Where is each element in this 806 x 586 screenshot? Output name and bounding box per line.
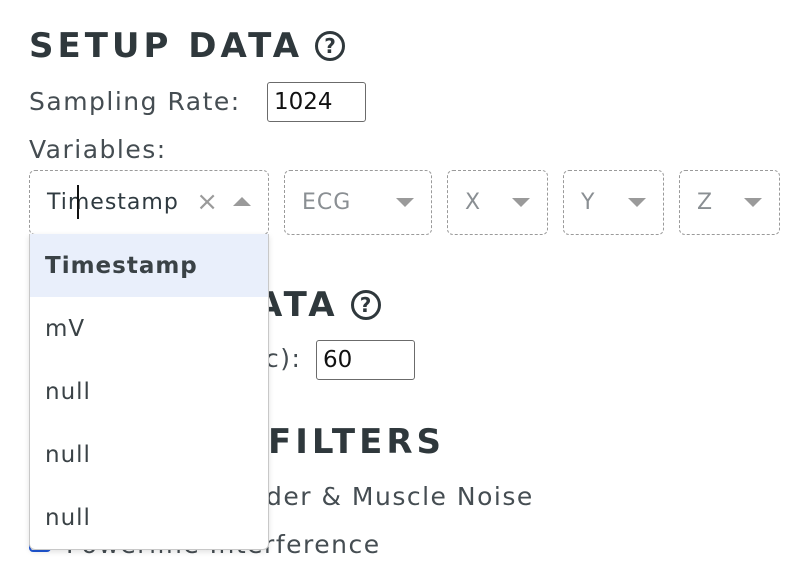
help-icon[interactable]: ? xyxy=(350,290,381,320)
chevron-down-icon[interactable] xyxy=(512,198,530,207)
sampling-rate-label: Sampling Rate: xyxy=(29,87,241,116)
filter-muscle-noise-label: der & Muscle Noise xyxy=(266,482,534,511)
variable-select-2-value: ECG xyxy=(302,190,352,215)
section2-input[interactable] xyxy=(316,340,415,380)
filters-heading: FILTERS xyxy=(268,422,445,462)
variable-select-4[interactable]: Y xyxy=(563,170,664,235)
variable-select-4-value: Y xyxy=(581,190,596,215)
variable-select-3[interactable]: X xyxy=(447,170,548,235)
variable-dropdown-menu: Timestamp mV null null null xyxy=(29,234,269,550)
filters-title: FILTERS xyxy=(268,422,445,462)
chevron-down-icon[interactable] xyxy=(744,198,762,207)
dropdown-option[interactable]: mV xyxy=(30,297,268,360)
chevron-up-icon[interactable] xyxy=(233,197,251,206)
section2-label: c): xyxy=(265,344,302,373)
variable-select-5[interactable]: Z xyxy=(679,170,780,235)
variables-label: Variables: xyxy=(29,135,167,164)
variable-select-1-value: Timestamp xyxy=(47,190,179,215)
variable-select-1[interactable]: Timestamp × xyxy=(29,170,269,235)
dropdown-option[interactable]: null xyxy=(30,486,268,549)
variable-select-3-value: X xyxy=(465,190,482,215)
dropdown-option[interactable]: null xyxy=(30,360,268,423)
variable-select-2[interactable]: ECG xyxy=(284,170,432,235)
setup-data-title: SETUP DATA xyxy=(29,26,304,66)
chevron-down-icon[interactable] xyxy=(396,198,414,207)
sampling-rate-input[interactable] xyxy=(267,82,366,122)
chevron-down-icon[interactable] xyxy=(628,198,646,207)
dropdown-option[interactable]: Timestamp xyxy=(30,234,268,297)
text-cursor xyxy=(77,185,79,219)
clear-icon[interactable]: × xyxy=(196,188,218,216)
variable-select-5-value: Z xyxy=(697,190,714,215)
dropdown-option[interactable]: null xyxy=(30,423,268,486)
setup-data-heading: SETUP DATA ? xyxy=(29,26,346,66)
help-icon[interactable]: ? xyxy=(315,31,346,61)
section2-heading: ATA ? xyxy=(256,285,381,325)
